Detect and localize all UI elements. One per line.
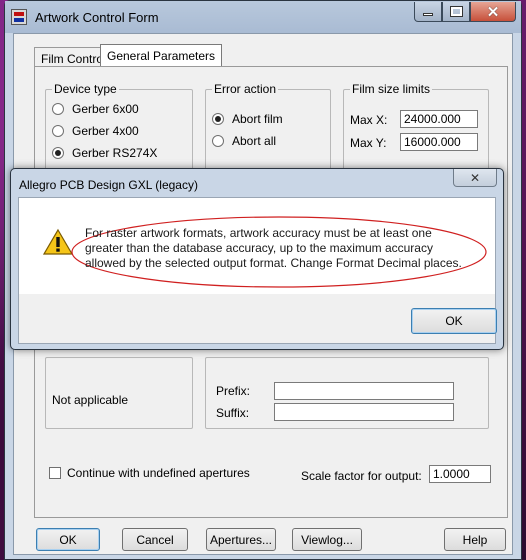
help-button[interactable]: Help	[444, 528, 506, 551]
radio-label: Abort all	[232, 134, 277, 148]
ok-button[interactable]: OK	[36, 528, 100, 551]
radio-abort-all[interactable]: Abort all	[212, 134, 276, 148]
radio-button[interactable]	[52, 125, 64, 137]
dialog-ok-button[interactable]: OK	[411, 308, 497, 334]
scale-factor-label: Scale factor for output:	[301, 469, 422, 483]
continue-undefined-apertures-label: Continue with undefined apertures	[67, 466, 250, 480]
window-title: Artwork Control Form	[35, 10, 159, 25]
dialog-body: For raster artwork formats, artwork accu…	[18, 197, 497, 344]
radio-abort-film[interactable]: Abort film	[212, 112, 283, 126]
close-button[interactable]: ✕	[470, 2, 516, 22]
scale-factor-input[interactable]	[429, 465, 491, 483]
title-bar[interactable]: Artwork Control Form ✕	[5, 1, 521, 33]
prefix-input[interactable]	[274, 382, 454, 400]
tab-general-parameters[interactable]: General Parameters	[100, 44, 223, 66]
close-icon: ✕	[469, 170, 481, 185]
radio-button-selected[interactable]	[52, 147, 64, 159]
minimize-icon	[423, 13, 433, 16]
max-x-input[interactable]	[400, 110, 478, 128]
dialog-close-button[interactable]: ✕	[453, 169, 497, 187]
message-line-2: greater than the database accuracy, up t…	[85, 241, 433, 255]
continue-undefined-apertures-checkbox[interactable]	[49, 467, 61, 479]
radio-label: Gerber RS274X	[72, 146, 158, 160]
device-type-title: Device type	[52, 82, 119, 96]
error-action-title: Error action	[212, 82, 279, 96]
lower-left-group: Not applicable	[45, 357, 193, 429]
max-y-input[interactable]	[400, 133, 478, 151]
lower-right-group: Prefix: Suffix:	[205, 357, 489, 429]
radio-button[interactable]	[52, 103, 64, 115]
radio-gerber-6x00[interactable]: Gerber 6x00	[52, 102, 139, 116]
allegro-message-dialog: Allegro PCB Design GXL (legacy) ✕ For ra…	[10, 168, 504, 350]
film-size-title: Film size limits	[350, 82, 432, 96]
suffix-input[interactable]	[274, 403, 454, 421]
prefix-label: Prefix:	[216, 384, 251, 398]
maximize-button[interactable]	[442, 2, 470, 22]
radio-label: Abort film	[232, 112, 283, 126]
cancel-button[interactable]: Cancel	[122, 528, 188, 551]
radio-button[interactable]	[212, 135, 224, 147]
dialog-title: Allegro PCB Design GXL (legacy)	[19, 178, 198, 192]
radio-gerber-4x00[interactable]: Gerber 4x00	[52, 124, 139, 138]
dialog-message: For raster artwork formats, artwork accu…	[85, 226, 475, 271]
message-line-1: For raster artwork formats, artwork accu…	[85, 226, 432, 240]
max-y-label: Max Y:	[350, 136, 387, 150]
radio-button-selected[interactable]	[212, 113, 224, 125]
close-icon: ✕	[486, 3, 500, 21]
maximize-icon	[449, 6, 463, 17]
app-icon[interactable]	[11, 9, 27, 25]
viewlog-button[interactable]: Viewlog...	[292, 528, 362, 551]
dialog-message-area: For raster artwork formats, artwork accu…	[19, 198, 495, 294]
suffix-label: Suffix:	[216, 406, 250, 420]
radio-label: Gerber 6x00	[72, 102, 139, 116]
minimize-button[interactable]	[414, 2, 442, 22]
radio-label: Gerber 4x00	[72, 124, 139, 138]
radio-gerber-rs274x[interactable]: Gerber RS274X	[52, 146, 157, 160]
message-line-3: allowed by the selected output format. C…	[85, 256, 462, 270]
max-x-label: Max X:	[350, 113, 388, 127]
apertures-button[interactable]: Apertures...	[206, 528, 276, 551]
not-applicable-label: Not applicable	[52, 393, 129, 407]
